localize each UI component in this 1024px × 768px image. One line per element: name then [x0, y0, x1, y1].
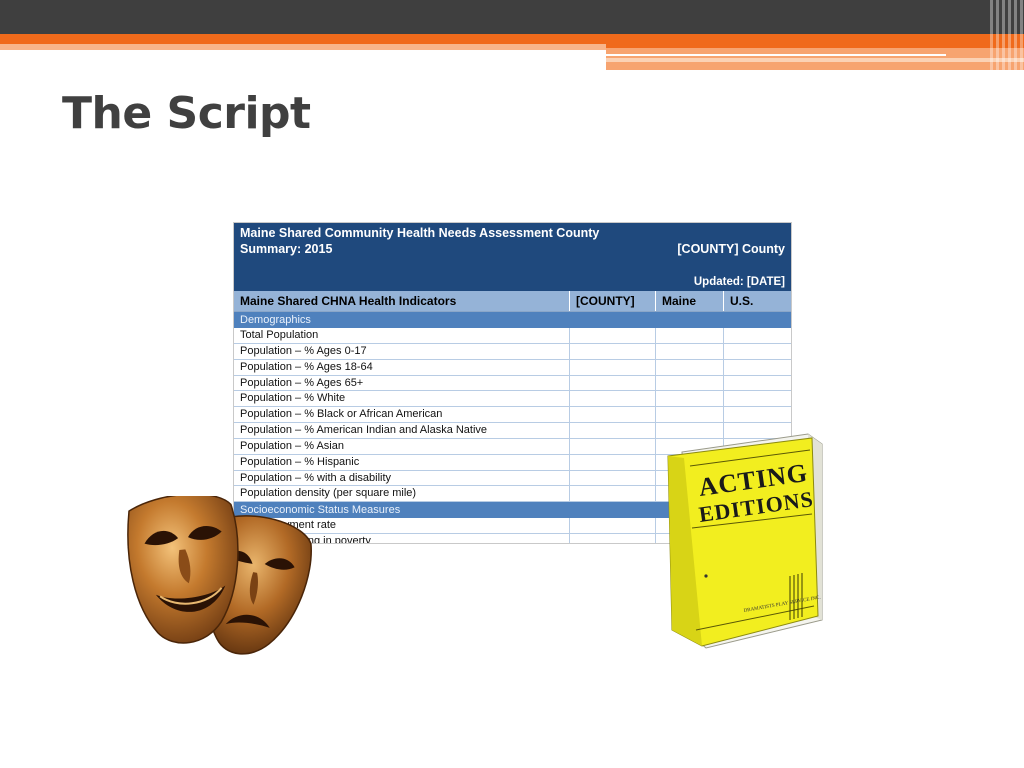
column-header-indicators: Maine Shared CHNA Health Indicators: [234, 291, 570, 311]
table-title-line1: Maine Shared Community Health Needs Asse…: [240, 226, 600, 240]
table-title-line2: Summary: 2015: [240, 242, 333, 256]
column-header-county: [COUNTY]: [570, 291, 656, 311]
table-row: Total Population: [234, 328, 791, 344]
row-label: Population – % White: [234, 391, 570, 407]
slide: The Script Maine Shared Community Health…: [0, 0, 1024, 768]
row-label: Population – % Ages 65+: [234, 375, 570, 391]
theatre-masks-icon: [127, 496, 312, 655]
slide-title: The Script: [62, 88, 311, 139]
top-right-stripes: [990, 0, 1024, 70]
row-label: Population – % Black or African American: [234, 407, 570, 423]
row-label: Population – % Asian: [234, 438, 570, 454]
row-label: Population – % American Indian and Alask…: [234, 423, 570, 438]
row-label: Population – % Ages 0-17: [234, 343, 570, 359]
script-book-icon: ACTING EDITIONS DRAMATISTS PLAY SERVICE …: [667, 433, 823, 649]
column-header-maine: Maine: [656, 291, 724, 311]
table-row: Population – % Black or African American: [234, 407, 791, 424]
row-label: Total Population: [234, 328, 570, 343]
table-section-demographics: Demographics: [234, 312, 791, 328]
top-orange-right-strip: [606, 58, 1024, 62]
table-column-headers: Maine Shared CHNA Health Indicators [COU…: [234, 291, 791, 312]
row-label: Population – % with a disability: [234, 470, 570, 486]
table-title-block: Maine Shared Community Health Needs Asse…: [234, 223, 791, 291]
row-label: Population – % Hispanic: [234, 454, 570, 470]
row-label: Population – % Ages 18-64: [234, 359, 570, 375]
table-row: Population – % White: [234, 391, 791, 408]
table-row: Population – % Ages 0-17: [234, 343, 791, 360]
table-row: Population – % Ages 65+: [234, 375, 791, 392]
top-white-line: [606, 54, 946, 56]
top-dark-bar: [0, 0, 1024, 34]
table-county-label: [COUNTY] County: [677, 242, 785, 256]
table-updated-label: Updated: [DATE]: [693, 276, 785, 288]
top-orange-light-bar: [0, 44, 606, 50]
column-header-us: U.S.: [730, 294, 754, 308]
table-row: Population – % Ages 18-64: [234, 359, 791, 376]
